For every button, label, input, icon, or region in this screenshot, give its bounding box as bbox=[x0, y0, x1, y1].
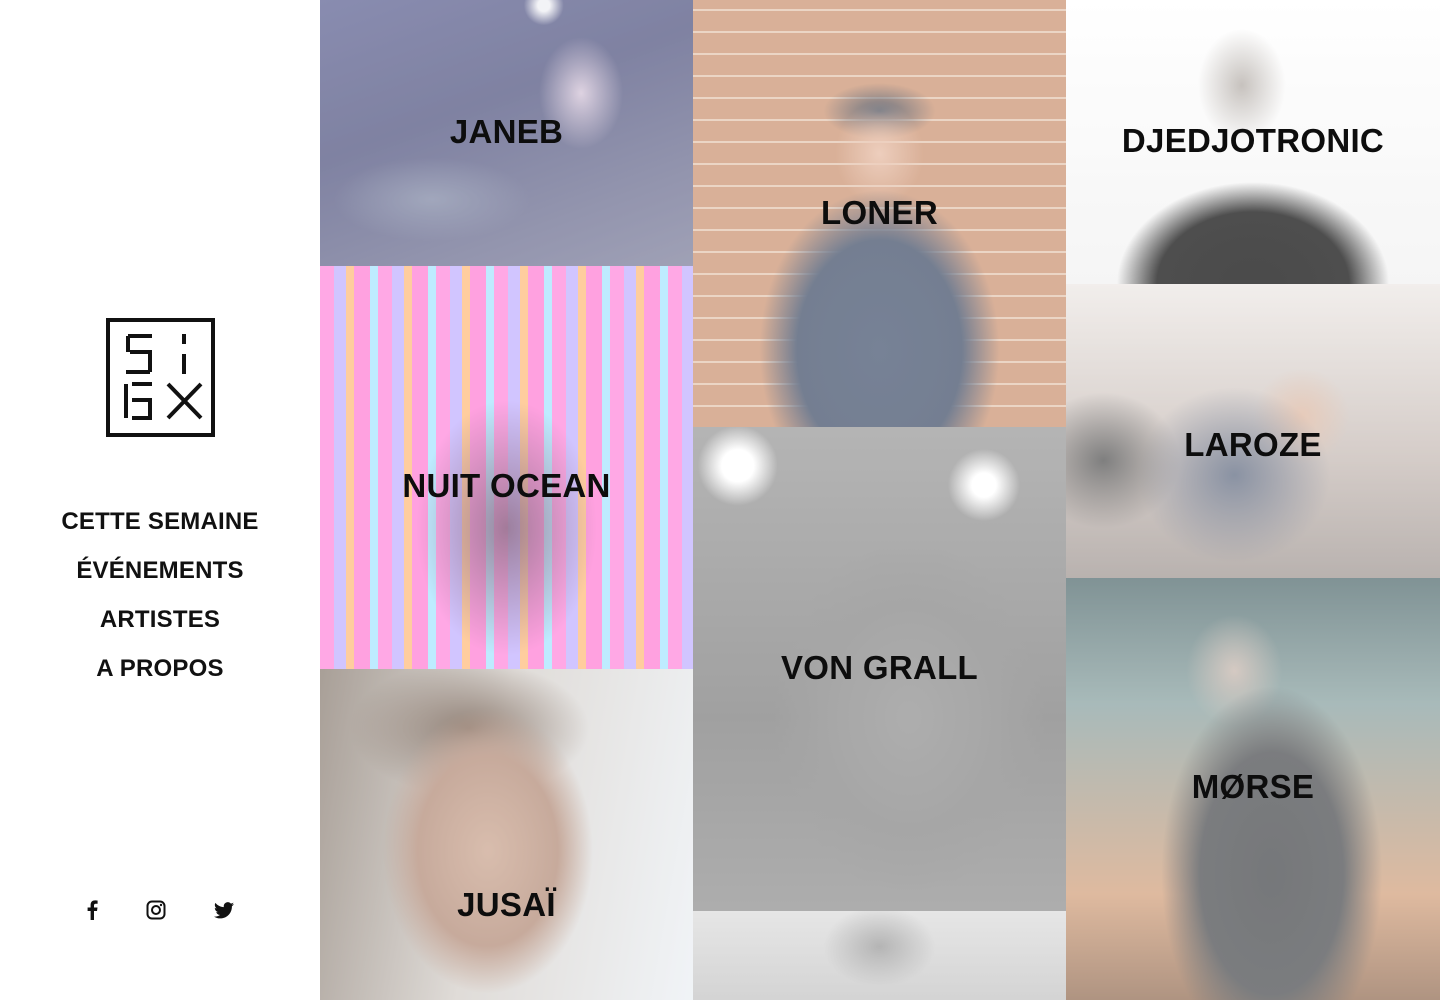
main-nav: CETTE SEMAINE ÉVÉNEMENTS ARTISTES A PROP… bbox=[0, 505, 320, 701]
artist-name: NUIT OCEAN bbox=[402, 467, 611, 504]
nav-link-cette-semaine[interactable]: CETTE SEMAINE bbox=[61, 505, 258, 539]
artist-tile-morse[interactable]: MØRSE bbox=[1066, 578, 1440, 1000]
social-links bbox=[0, 898, 320, 922]
nav-link-evenements[interactable]: ÉVÉNEMENTS bbox=[76, 554, 243, 588]
artist-tile-jusai[interactable]: JUSAÏ bbox=[320, 669, 693, 1000]
nav-item-cette-semaine: CETTE SEMAINE bbox=[0, 505, 320, 554]
artist-tile-loner[interactable]: LONER bbox=[693, 0, 1066, 427]
artist-name: VON GRALL bbox=[780, 649, 979, 686]
artist-name: JUSAÏ bbox=[457, 886, 556, 923]
artist-tile-djedjotronic[interactable]: DJEDJOTRONIC bbox=[1066, 0, 1440, 284]
nav-item-evenements: ÉVÉNEMENTS bbox=[0, 554, 320, 603]
facebook-link[interactable] bbox=[80, 898, 104, 922]
artist-tile-janeb[interactable]: JANEB bbox=[320, 0, 693, 266]
twitter-link[interactable] bbox=[212, 898, 236, 922]
artist-name: LONER bbox=[821, 194, 938, 231]
site-logo[interactable] bbox=[106, 318, 215, 437]
nav-link-a-propos[interactable]: A PROPOS bbox=[96, 652, 223, 686]
twitter-icon bbox=[214, 901, 234, 918]
artist-tile-laroze[interactable]: LAROZE bbox=[1066, 284, 1440, 578]
artist-tile-nuit-ocean[interactable]: NUIT OCEAN bbox=[320, 266, 693, 669]
artist-name: MØRSE bbox=[1191, 768, 1315, 805]
instagram-icon bbox=[146, 900, 166, 920]
artist-name: LAROZE bbox=[1184, 426, 1322, 463]
artist-name: JANEB bbox=[449, 113, 564, 150]
instagram-link[interactable] bbox=[144, 898, 168, 922]
nav-item-a-propos: A PROPOS bbox=[0, 652, 320, 701]
nav-link-artistes[interactable]: ARTISTES bbox=[100, 603, 220, 637]
artist-name: DJEDJOTRONIC bbox=[1121, 122, 1385, 159]
nav-item-artistes: ARTISTES bbox=[0, 603, 320, 652]
facebook-icon bbox=[87, 900, 98, 920]
artist-tile-unnamed[interactable] bbox=[693, 911, 1066, 1000]
artist-tile-von-grall[interactable]: VON GRALL bbox=[693, 427, 1066, 911]
sibx-logo-icon bbox=[106, 318, 215, 437]
artist-grid: JANEB NUIT OCEAN JUSAÏ LONER VON GRALL D… bbox=[320, 0, 1440, 1000]
sidebar: CETTE SEMAINE ÉVÉNEMENTS ARTISTES A PROP… bbox=[0, 0, 320, 1000]
